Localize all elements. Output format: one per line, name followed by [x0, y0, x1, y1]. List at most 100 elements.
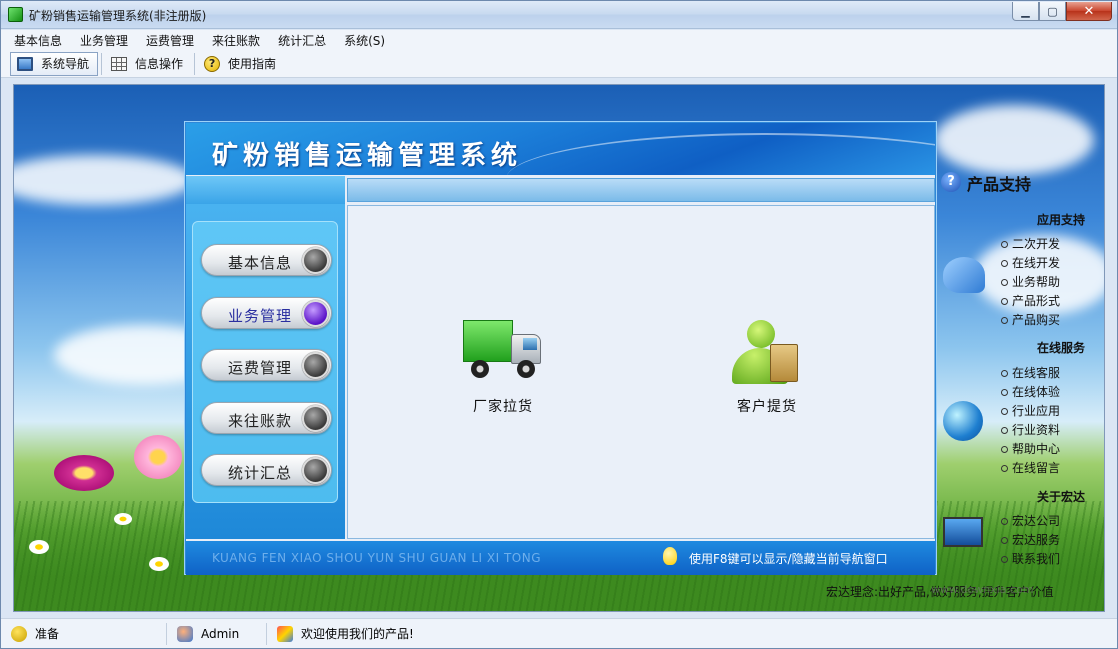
feature-area: 厂家拉货 客户提货: [347, 205, 935, 539]
nav-accounts-label: 来往账款: [228, 412, 293, 430]
tool-user-guide[interactable]: ? 使用指南: [198, 52, 284, 76]
status-user-text: Admin: [201, 626, 240, 641]
menu-statistics[interactable]: 统计汇总: [269, 32, 335, 49]
bulb-status-icon: [11, 625, 27, 642]
link-message[interactable]: 在线留言: [1001, 459, 1060, 476]
customer-pickup-feature[interactable]: 客户提货: [707, 320, 827, 416]
truck-cargo: [463, 320, 513, 362]
tool-system-nav[interactable]: 系统导航: [10, 51, 99, 76]
factory-pickup-feature[interactable]: 厂家拉货: [443, 320, 563, 416]
tool-info-ops[interactable]: 信息操作: [105, 52, 191, 76]
close-button[interactable]: ✕: [1066, 2, 1112, 21]
link-help-center[interactable]: 帮助中心: [1001, 440, 1060, 457]
nav-business-button[interactable]: 业务管理: [201, 297, 332, 329]
nav-button-group: 基本信息 业务管理 运费管理 来往账款 统计汇总: [192, 221, 338, 503]
window-controls: ▁ ▢ ✕: [1012, 2, 1112, 21]
knob-indicator-icon: [302, 300, 329, 327]
toolbar: 系统导航 信息操作 ? 使用指南: [1, 50, 1117, 78]
menu-accounts[interactable]: 来往账款: [203, 32, 269, 49]
daisy-flower: [114, 513, 132, 525]
nav-basic-info-button[interactable]: 基本信息: [201, 244, 332, 276]
nav-business-label: 业务管理: [228, 307, 293, 325]
computer-icon: [943, 517, 983, 547]
arrow-icon: [943, 257, 985, 293]
grid-icon: [111, 56, 128, 71]
desktop-background: 矿粉销售运输管理系统 基本信息 业务管理 运费管理 来往账款 统计汇总 厂家拉货…: [13, 84, 1105, 612]
question-icon: ?: [941, 172, 961, 192]
menu-basic-info[interactable]: 基本信息: [1, 32, 71, 49]
daisy-flower: [29, 540, 49, 554]
truck-wheel: [471, 360, 489, 378]
link-product-purchase[interactable]: 产品购买: [1001, 311, 1060, 328]
panel-header: 矿粉销售运输管理系统: [186, 123, 935, 175]
support-title: 产品支持: [967, 175, 1032, 194]
menu-system[interactable]: 系统(S): [335, 32, 394, 49]
status-welcome-text: 欢迎使用我们的产品!: [301, 627, 414, 641]
product-support-pane: ? 产品支持 应用支持 二次开发 在线开发 业务帮助 产品形式 产品购买 在线服…: [937, 169, 1104, 599]
user-icon: [177, 625, 193, 642]
navigation-panel: 矿粉销售运输管理系统 基本信息 业务管理 运费管理 来往账款 统计汇总 厂家拉货…: [185, 122, 936, 575]
help-icon: ?: [204, 55, 221, 72]
minimize-button[interactable]: ▁: [1012, 2, 1039, 21]
footer-pinyin: KUANG FEN XIAO SHOU YUN SHU GUAN LI XI T…: [212, 551, 541, 565]
link-business-help[interactable]: 业务帮助: [1001, 273, 1060, 290]
truck-icon: [463, 320, 543, 386]
pink-flower: [54, 455, 114, 491]
panel-footer: KUANG FEN XIAO SHOU YUN SHU GUAN LI XI T…: [186, 541, 935, 575]
link-service[interactable]: 宏达服务: [1001, 531, 1060, 548]
truck-window: [523, 338, 537, 350]
link-online-dev[interactable]: 在线开发: [1001, 254, 1060, 271]
panel-title: 矿粉销售运输管理系统: [212, 141, 523, 171]
nav-freight-button[interactable]: 运费管理: [201, 349, 332, 381]
menu-business[interactable]: 业务管理: [71, 32, 137, 49]
link-company[interactable]: 宏达公司: [1001, 512, 1060, 529]
customer-icon: [732, 320, 802, 386]
cloud: [14, 155, 194, 205]
knob-indicator-icon: [302, 405, 329, 432]
link-contact[interactable]: 联系我们: [1001, 550, 1060, 567]
section-about: 关于宏达: [1036, 490, 1085, 504]
nav-statistics-button[interactable]: 统计汇总: [201, 454, 332, 486]
tool-system-nav-label: 系统导航: [41, 57, 90, 71]
tool-info-ops-label: 信息操作: [135, 57, 184, 71]
status-ready: 准备: [1, 622, 167, 645]
knob-indicator-icon: [302, 457, 329, 484]
link-secondary-dev[interactable]: 二次开发: [1001, 235, 1060, 252]
product-icon: [277, 625, 293, 642]
maximize-button[interactable]: ▢: [1039, 2, 1066, 21]
nav-sidebar: 基本信息 业务管理 运费管理 来往账款 统计汇总: [186, 176, 345, 539]
pink-flower: [134, 435, 182, 479]
menu-freight[interactable]: 运费管理: [137, 32, 203, 49]
shopping-bag: [770, 344, 798, 382]
link-industry-docs[interactable]: 行业资料: [1001, 421, 1060, 438]
globe-icon: [943, 401, 983, 441]
nav-accounts-button[interactable]: 来往账款: [201, 402, 332, 434]
monitor-icon: [17, 56, 33, 71]
lightbulb-icon: [663, 547, 677, 565]
knob-indicator-icon: [302, 247, 329, 274]
status-ready-text: 准备: [35, 627, 60, 641]
site-watermark: www.downxia.com: [931, 583, 1034, 596]
status-bar: 准备 Admin 欢迎使用我们的产品!: [1, 618, 1117, 648]
menu-bar: 基本信息 业务管理 运费管理 来往账款 统计汇总 系统(S): [1, 30, 1117, 50]
title-bar[interactable]: 矿粉销售运输管理系统(非注册版) ▁ ▢ ✕: [1, 1, 1117, 29]
link-product-form[interactable]: 产品形式: [1001, 292, 1060, 309]
content-title-bar: [347, 178, 935, 202]
tool-user-guide-label: 使用指南: [228, 57, 277, 71]
truck-wheel: [517, 360, 535, 378]
footer-hint: 使用F8键可以显示/隐藏当前导航窗口: [689, 552, 888, 566]
link-industry-app[interactable]: 行业应用: [1001, 402, 1060, 419]
section-app-support: 应用支持: [1036, 213, 1085, 227]
status-user: Admin: [167, 622, 267, 645]
sidebar-header: [186, 176, 345, 204]
section-online-service: 在线服务: [1036, 341, 1085, 355]
nav-freight-label: 运费管理: [228, 359, 293, 377]
link-online-cs[interactable]: 在线客服: [1001, 364, 1060, 381]
toolbar-separator: [194, 52, 196, 75]
cloud: [934, 105, 1094, 175]
window-title: 矿粉销售运输管理系统(非注册版): [29, 9, 207, 23]
app-window: 矿粉销售运输管理系统(非注册版) ▁ ▢ ✕ 基本信息 业务管理 运费管理 来往…: [0, 0, 1118, 649]
link-online-trial[interactable]: 在线体验: [1001, 383, 1060, 400]
toolbar-separator: [101, 52, 103, 75]
factory-pickup-label: 厂家拉货: [473, 399, 533, 415]
